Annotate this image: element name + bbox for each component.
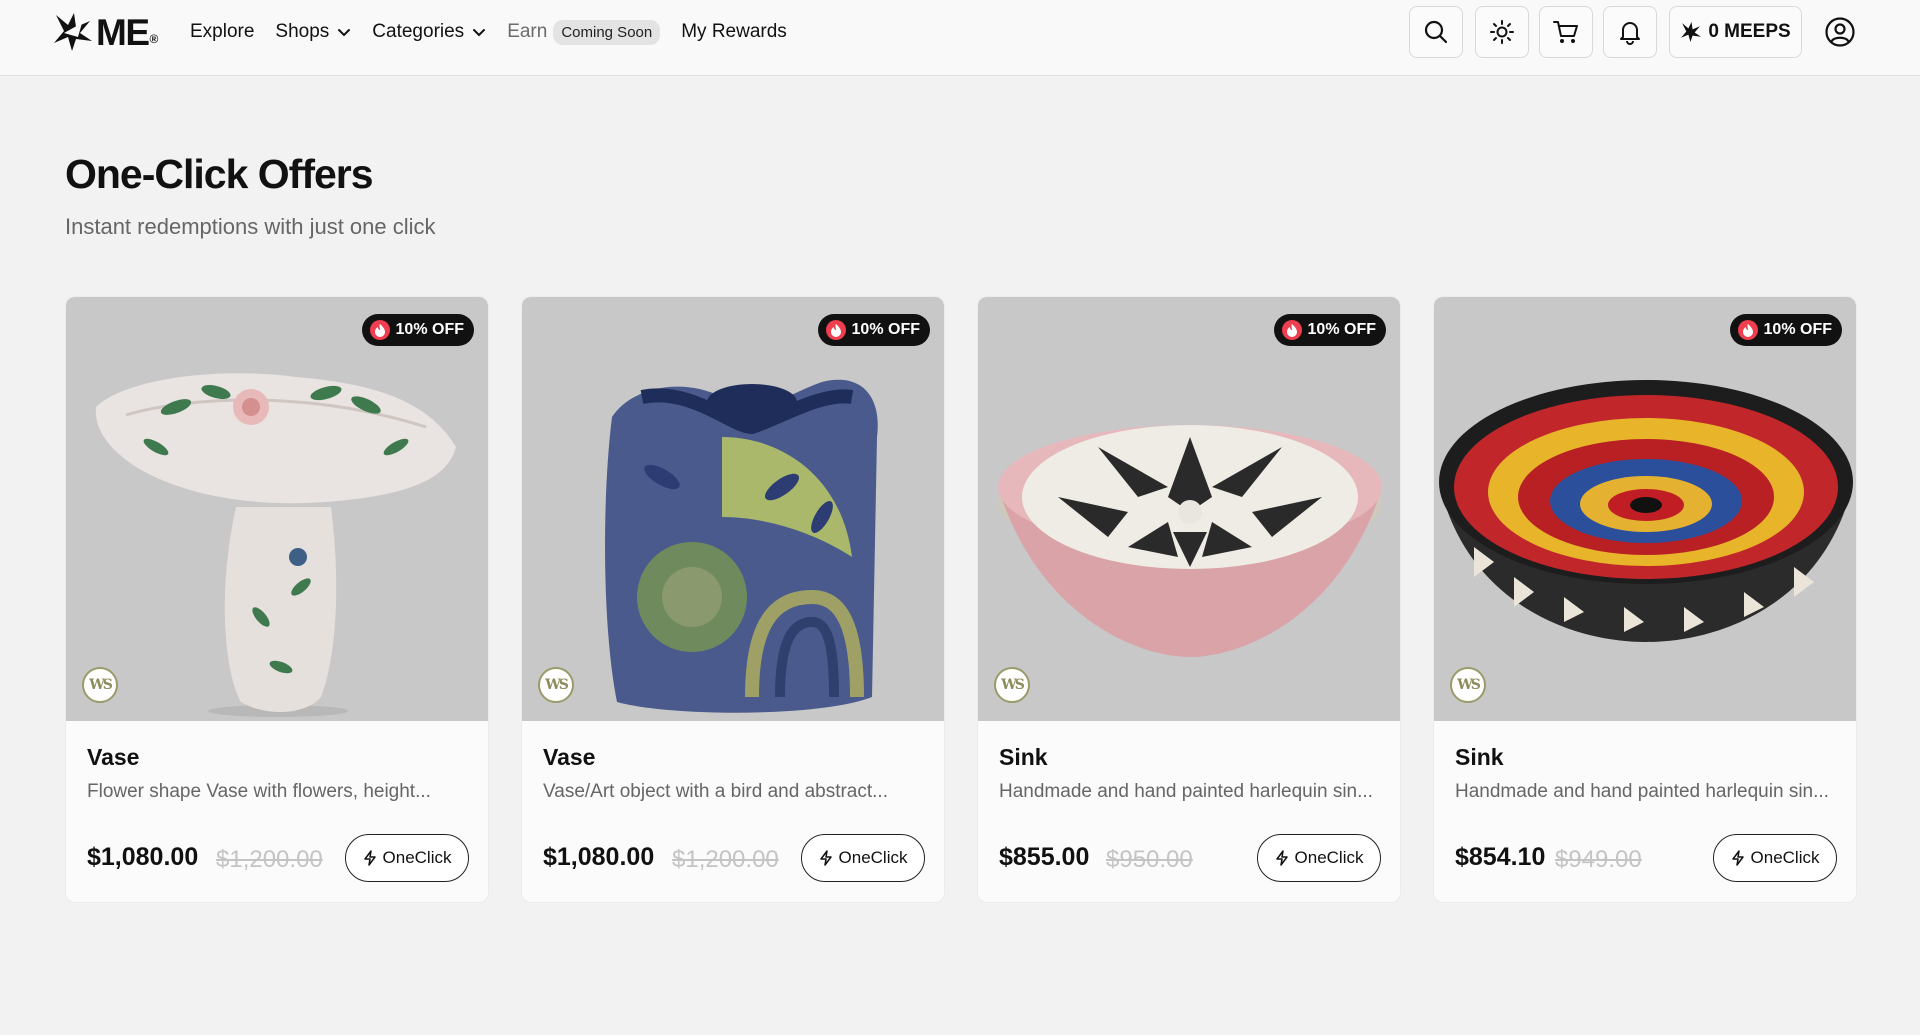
vase-image xyxy=(95,373,456,717)
oneclick-button[interactable]: OneClick xyxy=(1257,834,1381,882)
product-name: Vase xyxy=(87,744,140,770)
nav-categories-label: Categories xyxy=(372,21,465,42)
discount-badge: 10% OFF xyxy=(1729,314,1842,346)
shop-logo[interactable]: WS xyxy=(538,667,574,703)
brand-registered-mark: ® xyxy=(149,32,159,46)
main-nav: Explore Shops Categories Earn Coming Soo… xyxy=(190,0,787,64)
cart-button[interactable] xyxy=(1539,6,1593,58)
product-image[interactable]: 10% OFF WS xyxy=(978,297,1400,721)
product-name: Sink xyxy=(999,744,1048,770)
lightning-icon xyxy=(363,850,376,866)
oneclick-button[interactable]: OneClick xyxy=(1713,834,1837,882)
search-icon xyxy=(1424,20,1448,44)
oneclick-label: OneClick xyxy=(1294,848,1364,867)
offer-price: $854.10 xyxy=(1455,843,1546,871)
original-price: $950.00 xyxy=(1106,846,1193,873)
chevron-down-icon xyxy=(338,29,351,37)
meeps-logo-icon xyxy=(1681,22,1702,42)
oneclick-button[interactable]: OneClick xyxy=(345,834,469,882)
lightning-icon xyxy=(1731,850,1744,866)
product-name: Sink xyxy=(1455,744,1504,770)
discount-badge: 10% OFF xyxy=(817,314,930,346)
offer-card[interactable]: 10% OFF WS Sink Handmade and hand painte… xyxy=(1433,296,1857,903)
theme-toggle-button[interactable] xyxy=(1475,6,1529,58)
page-subtitle: Instant redemptions with just one click xyxy=(65,214,436,239)
oneclick-button[interactable]: OneClick xyxy=(801,834,925,882)
nav-explore[interactable]: Explore xyxy=(190,21,254,43)
discount-label: 10% OFF xyxy=(395,321,464,338)
discount-label: 10% OFF xyxy=(1763,321,1832,338)
fire-icon xyxy=(825,320,846,340)
chevron-down-icon xyxy=(473,29,486,37)
brand-name: ME xyxy=(96,11,150,53)
original-price: $1,200.00 xyxy=(672,846,779,873)
sink-image xyxy=(998,425,1382,657)
meeps-balance-button[interactable]: 0 MEEPS xyxy=(1669,6,1802,58)
fire-icon xyxy=(369,320,390,340)
original-price: $1,200.00 xyxy=(216,846,323,873)
shop-logo[interactable]: WS xyxy=(82,667,118,703)
cart-icon xyxy=(1553,21,1578,43)
lightning-icon xyxy=(819,850,832,866)
nav-my-rewards-label: My Rewards xyxy=(681,21,787,42)
nav-my-rewards[interactable]: My Rewards xyxy=(681,21,787,43)
meeps-balance: 0 MEEPS xyxy=(1708,21,1791,42)
offer-card[interactable]: 10% OFF WS Vase Vase/Art object with a b… xyxy=(521,296,945,903)
shop-logo[interactable]: WS xyxy=(1450,667,1486,703)
product-image[interactable]: 10% OFF WS xyxy=(1434,297,1856,721)
top-navbar: ME ® Explore Shops Categories Earn Comin… xyxy=(0,0,1920,76)
discount-badge: 10% OFF xyxy=(1273,314,1386,346)
brand-logo[interactable]: ME ® xyxy=(52,11,158,53)
product-name: Vase xyxy=(543,744,596,770)
discount-label: 10% OFF xyxy=(851,321,920,338)
nav-shops[interactable]: Shops xyxy=(275,21,351,43)
product-image[interactable]: 10% OFF WS xyxy=(66,297,488,721)
discount-label: 10% OFF xyxy=(1307,321,1376,338)
product-description: Handmade and hand painted harlequin sin.… xyxy=(999,781,1373,802)
brand-star-icon xyxy=(54,13,92,51)
oneclick-label: OneClick xyxy=(838,848,908,867)
product-description: Vase/Art object with a bird and abstract… xyxy=(543,781,888,802)
search-button[interactable] xyxy=(1409,6,1463,58)
product-description: Handmade and hand painted harlequin sin.… xyxy=(1455,781,1829,802)
offer-price: $1,080.00 xyxy=(543,843,655,871)
product-image[interactable]: 10% OFF WS xyxy=(522,297,944,721)
fire-icon xyxy=(1737,320,1758,340)
nav-shops-label: Shops xyxy=(275,21,330,42)
lightning-icon xyxy=(1275,850,1288,866)
offer-price: $855.00 xyxy=(999,843,1090,871)
discount-badge: 10% OFF xyxy=(361,314,474,346)
account-button[interactable] xyxy=(1822,14,1858,50)
product-description: Flower shape Vase with flowers, height..… xyxy=(87,781,431,802)
bell-icon xyxy=(1620,22,1640,45)
vase-image xyxy=(605,379,878,713)
sun-icon xyxy=(1490,20,1514,44)
offer-card[interactable]: 10% OFF WS Vase Flower shape Vase with f… xyxy=(65,296,489,903)
offer-card[interactable]: 10% OFF WS Sink Handmade and hand painte… xyxy=(977,296,1401,903)
oneclick-label: OneClick xyxy=(382,848,452,867)
offer-price: $1,080.00 xyxy=(87,843,199,871)
nav-earn-label: Earn xyxy=(507,21,548,42)
oneclick-label: OneClick xyxy=(1750,848,1820,867)
shop-logo[interactable]: WS xyxy=(994,667,1030,703)
fire-icon xyxy=(1281,320,1302,340)
sink-image xyxy=(1439,380,1853,642)
page-title: One-Click Offers xyxy=(65,151,374,197)
original-price: $949.00 xyxy=(1555,846,1642,873)
nav-earn[interactable]: Earn Coming Soon xyxy=(507,19,661,45)
coming-soon-badge: Coming Soon xyxy=(553,19,661,45)
nav-categories[interactable]: Categories xyxy=(372,21,486,43)
user-circle-icon xyxy=(1825,17,1855,47)
notifications-button[interactable] xyxy=(1603,6,1657,58)
nav-explore-label: Explore xyxy=(190,21,255,42)
